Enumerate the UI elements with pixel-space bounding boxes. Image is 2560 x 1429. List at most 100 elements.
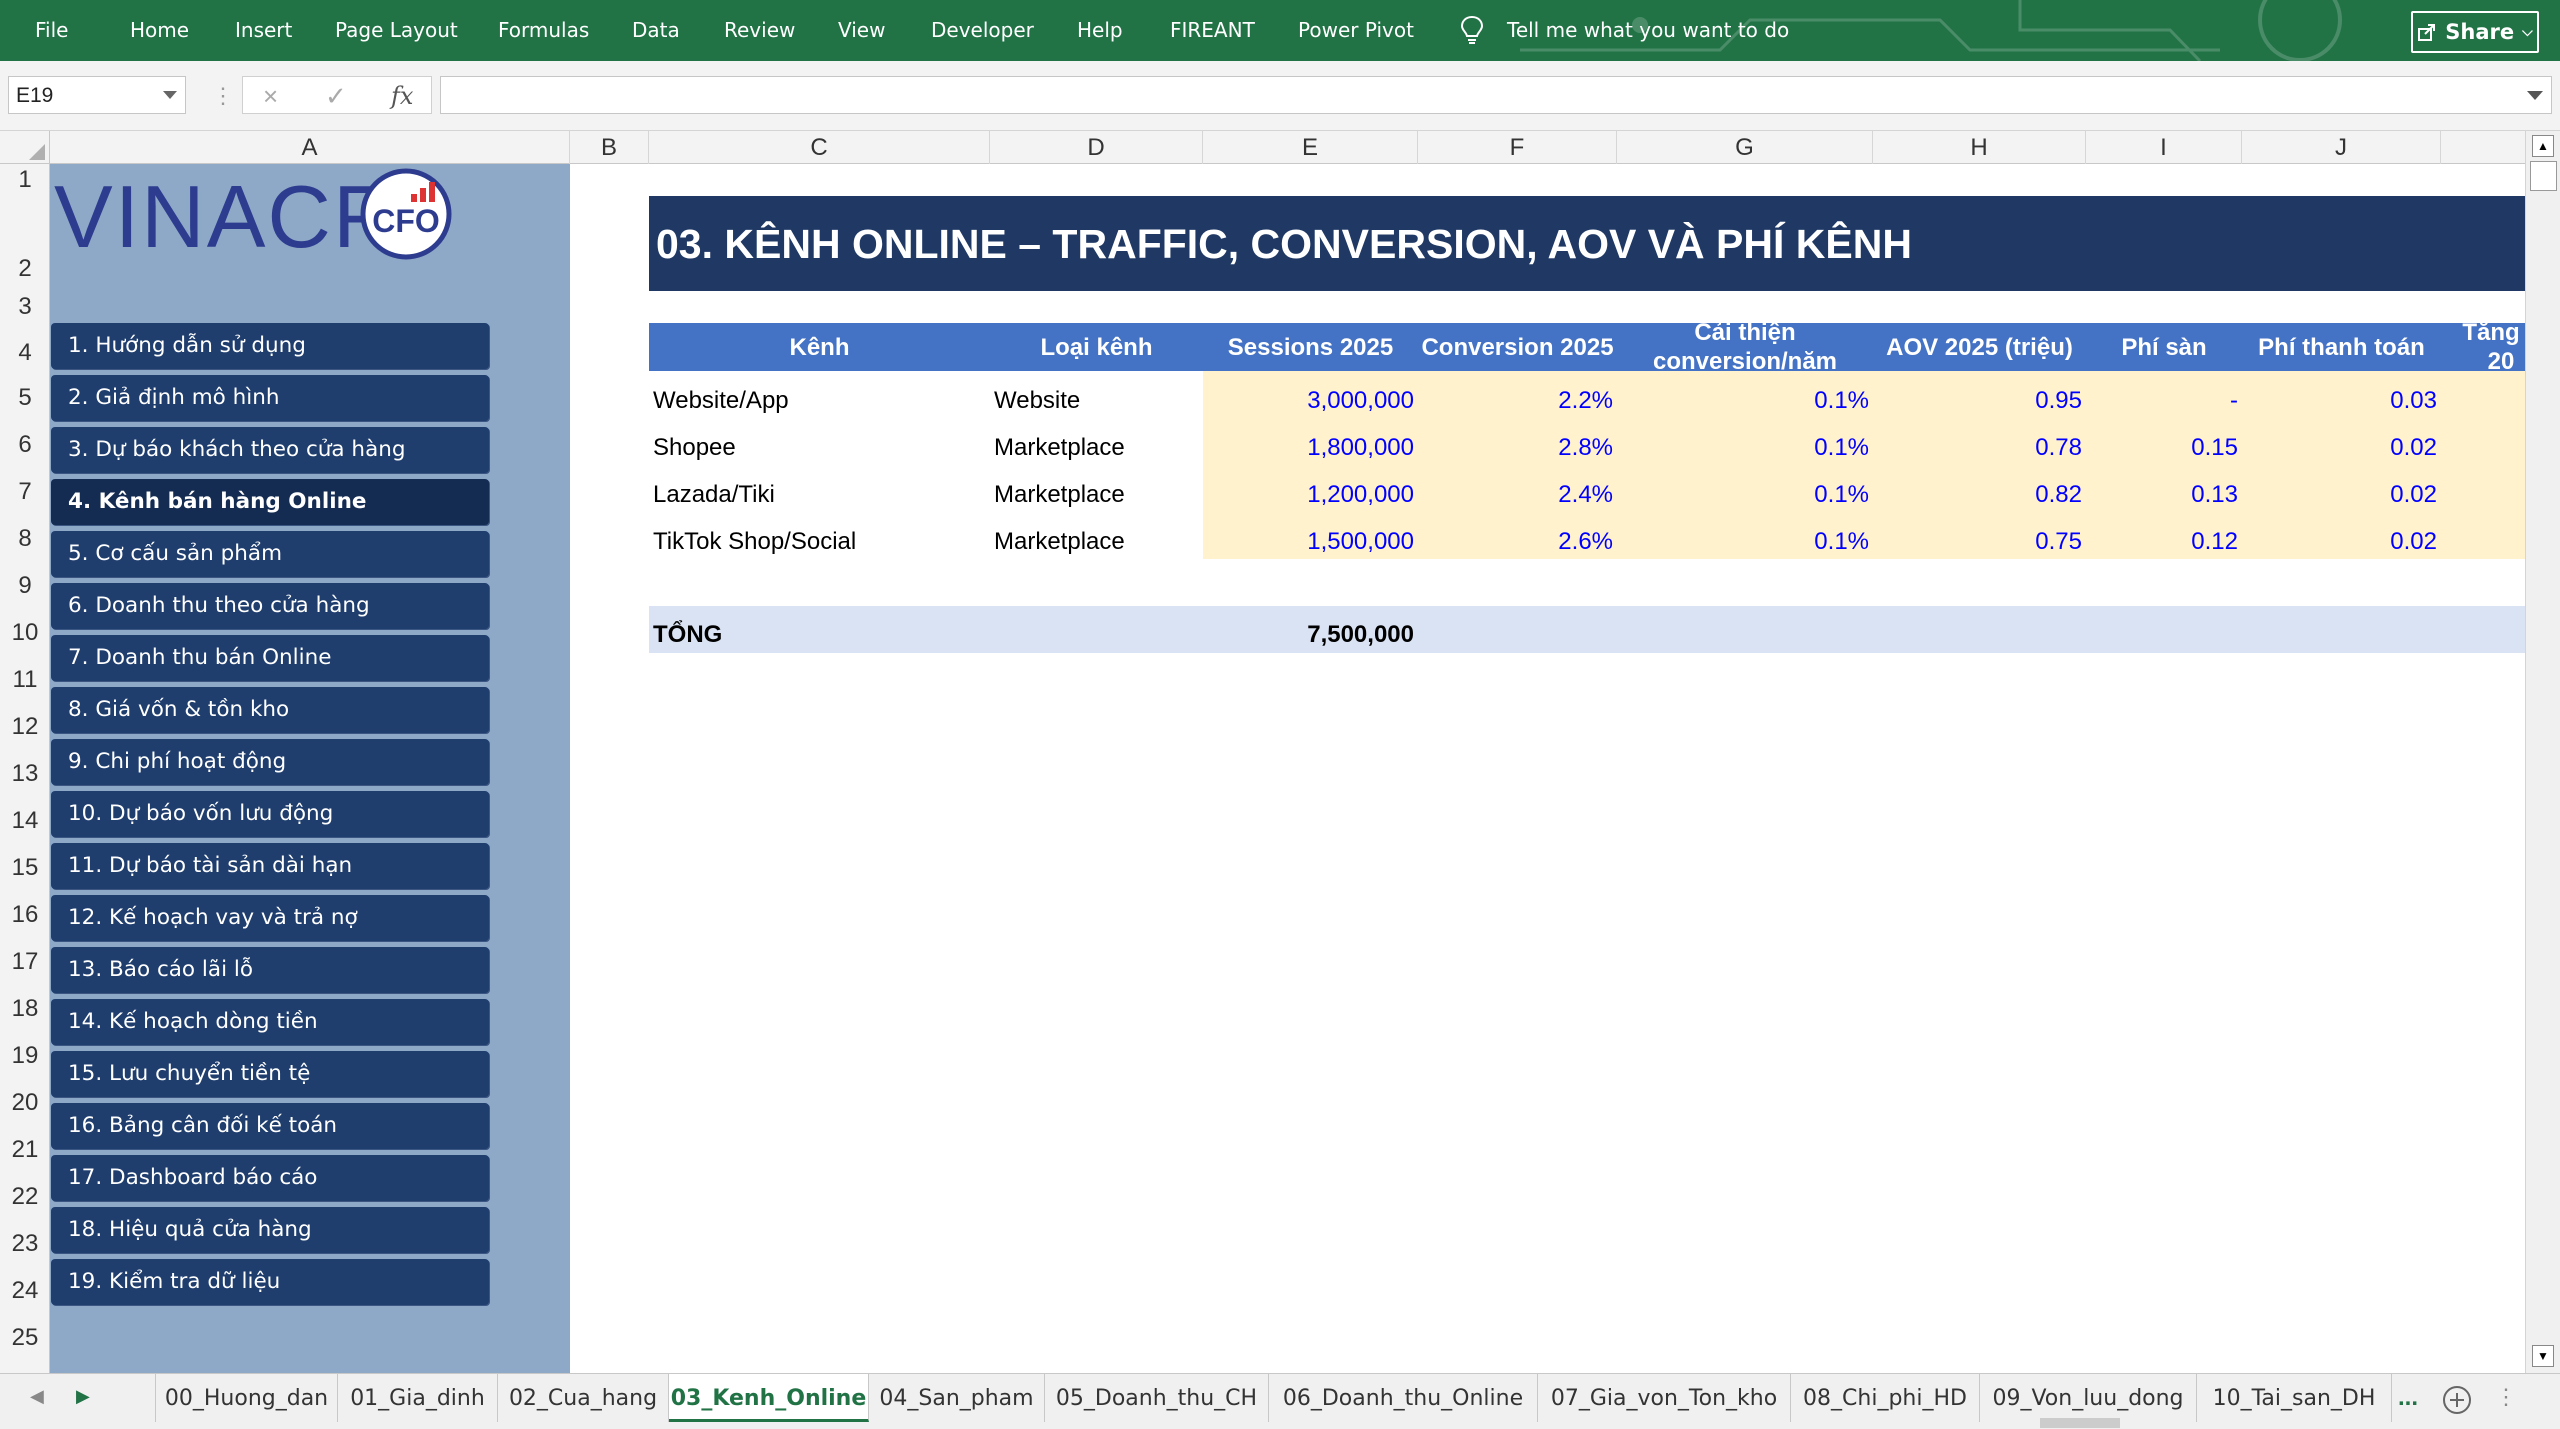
cell-sessions[interactable]: 1,500,000 xyxy=(1203,528,1414,556)
cell-aov[interactable]: 0.78 xyxy=(1873,434,2082,462)
nav-button-can-doi-ke-toan[interactable]: 16. Bảng cân đối kế toán xyxy=(51,1103,489,1149)
nav-button-huong-dan[interactable]: 1. Hướng dẫn sử dụng xyxy=(51,323,489,369)
cell-sessions[interactable]: 1,200,000 xyxy=(1203,481,1414,509)
sheet-tab[interactable]: 09_Von_luu_dong xyxy=(1980,1374,2197,1422)
formula-input[interactable] xyxy=(440,76,2552,114)
nav-button-vay-tra-no[interactable]: 12. Kế hoạch vay và trả nợ xyxy=(51,895,489,941)
menu-page-layout[interactable]: Page Layout xyxy=(335,18,458,42)
nav-button-du-bao-khach[interactable]: 3. Dự báo khách theo cửa hàng xyxy=(51,427,489,473)
row-header[interactable]: 7 xyxy=(0,465,50,512)
header-tang[interactable]: Tăng s 20 xyxy=(2441,323,2525,371)
menu-home[interactable]: Home xyxy=(130,18,189,42)
header-cai-thien[interactable]: Cải thiện conversion/năm xyxy=(1617,323,1873,371)
menu-review[interactable]: Review xyxy=(724,18,795,42)
column-header-d[interactable]: D xyxy=(990,131,1203,164)
header-loai-kenh[interactable]: Loại kênh xyxy=(990,323,1203,371)
chevron-down-icon[interactable] xyxy=(163,91,177,99)
column-header-a[interactable]: A xyxy=(50,131,570,164)
cell-loai-kenh[interactable]: Marketplace xyxy=(994,434,1125,462)
row-header[interactable]: 17 xyxy=(0,935,50,982)
nav-button-dong-tien[interactable]: 14. Kế hoạch dòng tiền xyxy=(51,999,489,1045)
nav-button-doanh-thu-cua-hang[interactable]: 6. Doanh thu theo cửa hàng xyxy=(51,583,489,629)
cell-phi-san[interactable]: 0.12 xyxy=(2086,528,2238,556)
cell-sessions[interactable]: 3,000,000 xyxy=(1203,387,1414,415)
cell-aov[interactable]: 0.95 xyxy=(1873,387,2082,415)
cell-cai-thien[interactable]: 0.1% xyxy=(1617,481,1869,509)
scroll-up-icon[interactable]: ▲ xyxy=(2532,135,2554,157)
worksheet-grid[interactable]: VINACF CFO 1. Hướng dẫn sử dụng 2. Giả đ… xyxy=(50,164,2525,1373)
nav-button-tai-san-dai-han[interactable]: 11. Dự báo tài sản dài hạn xyxy=(51,843,489,889)
row-header[interactable]: 8 xyxy=(0,512,50,559)
row-header[interactable]: 14 xyxy=(0,794,50,841)
cell-kenh[interactable]: Website/App xyxy=(653,387,789,415)
header-kenh[interactable]: Kênh xyxy=(649,323,990,371)
row-header[interactable]: 10 xyxy=(0,606,50,653)
cell-aov[interactable]: 0.82 xyxy=(1873,481,2082,509)
row-header[interactable]: 11 xyxy=(0,653,50,700)
cell-kenh[interactable]: TikTok Shop/Social xyxy=(653,528,856,556)
row-header[interactable]: 25 xyxy=(0,1311,50,1358)
nav-button-dashboard[interactable]: 17. Dashboard báo cáo xyxy=(51,1155,489,1201)
nav-button-doanh-thu-online[interactable]: 7. Doanh thu bán Online xyxy=(51,635,489,681)
menu-view[interactable]: View xyxy=(838,18,885,42)
row-header[interactable]: 1 xyxy=(0,164,50,196)
sheet-tab[interactable]: 08_Chi_phi_HD xyxy=(1791,1374,1980,1422)
menu-fireant[interactable]: FIREANT xyxy=(1170,18,1255,42)
cell-aov[interactable]: 0.75 xyxy=(1873,528,2082,556)
nav-button-von-luu-dong[interactable]: 10. Dự báo vốn lưu động xyxy=(51,791,489,837)
cell-phi-san[interactable]: 0.13 xyxy=(2086,481,2238,509)
insert-function-icon[interactable]: fx xyxy=(391,82,413,110)
cell-kenh[interactable]: Lazada/Tiki xyxy=(653,481,775,509)
sheet-tab[interactable]: 10_Tai_san_DH xyxy=(2197,1374,2392,1422)
nav-button-gia-dinh[interactable]: 2. Giả định mô hình xyxy=(51,375,489,421)
enter-icon[interactable]: ✓ xyxy=(325,81,347,112)
sheet-tab[interactable]: 01_Gia_dinh xyxy=(338,1374,498,1422)
cell-loai-kenh[interactable]: Website xyxy=(994,387,1080,415)
menu-developer[interactable]: Developer xyxy=(931,18,1034,42)
nav-button-co-cau-san-pham[interactable]: 5. Cơ cấu sản phẩm xyxy=(51,531,489,577)
row-header[interactable]: 12 xyxy=(0,700,50,747)
nav-button-kenh-online[interactable]: 4. Kênh bán hàng Online xyxy=(51,479,489,525)
select-all-button[interactable] xyxy=(0,131,50,164)
cell-kenh[interactable]: Shopee xyxy=(653,434,736,462)
cell-sessions[interactable]: 1,800,000 xyxy=(1203,434,1414,462)
split-handle-icon[interactable]: ⋮ xyxy=(2495,1384,2517,1410)
column-header-i[interactable]: I xyxy=(2086,131,2242,164)
cell-conversion[interactable]: 2.4% xyxy=(1418,481,1613,509)
nav-button-kiem-tra-du-lieu[interactable]: 19. Kiểm tra dữ liệu xyxy=(51,1259,489,1305)
cell-loai-kenh[interactable]: Marketplace xyxy=(994,528,1125,556)
cell-phi-san[interactable]: - xyxy=(2086,387,2238,415)
cell-phi-san[interactable]: 0.15 xyxy=(2086,434,2238,462)
row-header[interactable]: 3 xyxy=(0,291,50,323)
row-header[interactable]: 18 xyxy=(0,982,50,1029)
row-header[interactable]: 15 xyxy=(0,841,50,888)
menu-file[interactable]: File xyxy=(35,18,68,42)
expand-formula-icon[interactable] xyxy=(2527,91,2543,100)
row-header[interactable]: 13 xyxy=(0,747,50,794)
column-header-e[interactable]: E xyxy=(1203,131,1418,164)
column-header-b[interactable]: B xyxy=(570,131,649,164)
horizontal-scroll-thumb[interactable] xyxy=(2040,1418,2120,1428)
sheet-tab[interactable]: 04_San_pham xyxy=(869,1374,1045,1422)
share-button[interactable]: Share ⌵ xyxy=(2411,11,2539,53)
more-tabs-button[interactable]: ... xyxy=(2398,1384,2418,1412)
header-aov[interactable]: AOV 2025 (triệu) xyxy=(1873,323,2086,371)
header-phi-thanh-toan[interactable]: Phí thanh toán xyxy=(2242,323,2441,371)
cell-cai-thien[interactable]: 0.1% xyxy=(1617,387,1869,415)
column-header-c[interactable]: C xyxy=(649,131,990,164)
sheet-tab[interactable]: 00_Huong_dan xyxy=(155,1374,338,1422)
row-header[interactable]: 20 xyxy=(0,1076,50,1123)
nav-button-hieu-qua-cua-hang[interactable]: 18. Hiệu quả cửa hàng xyxy=(51,1207,489,1253)
sheet-tab[interactable]: 06_Doanh_thu_Online xyxy=(1269,1374,1538,1422)
row-header[interactable]: 5 xyxy=(0,371,50,418)
row-header[interactable]: 16 xyxy=(0,888,50,935)
row-header[interactable]: 23 xyxy=(0,1217,50,1264)
row-header[interactable]: 4 xyxy=(0,323,50,371)
nav-button-chi-phi[interactable]: 9. Chi phí hoạt động xyxy=(51,739,489,785)
cell-conversion[interactable]: 2.8% xyxy=(1418,434,1613,462)
row-header[interactable]: 21 xyxy=(0,1123,50,1170)
cell-conversion[interactable]: 2.2% xyxy=(1418,387,1613,415)
row-header[interactable]: 2 xyxy=(0,196,50,291)
tell-me-search[interactable]: Tell me what you want to do xyxy=(1507,18,1789,42)
menu-help[interactable]: Help xyxy=(1077,18,1123,42)
